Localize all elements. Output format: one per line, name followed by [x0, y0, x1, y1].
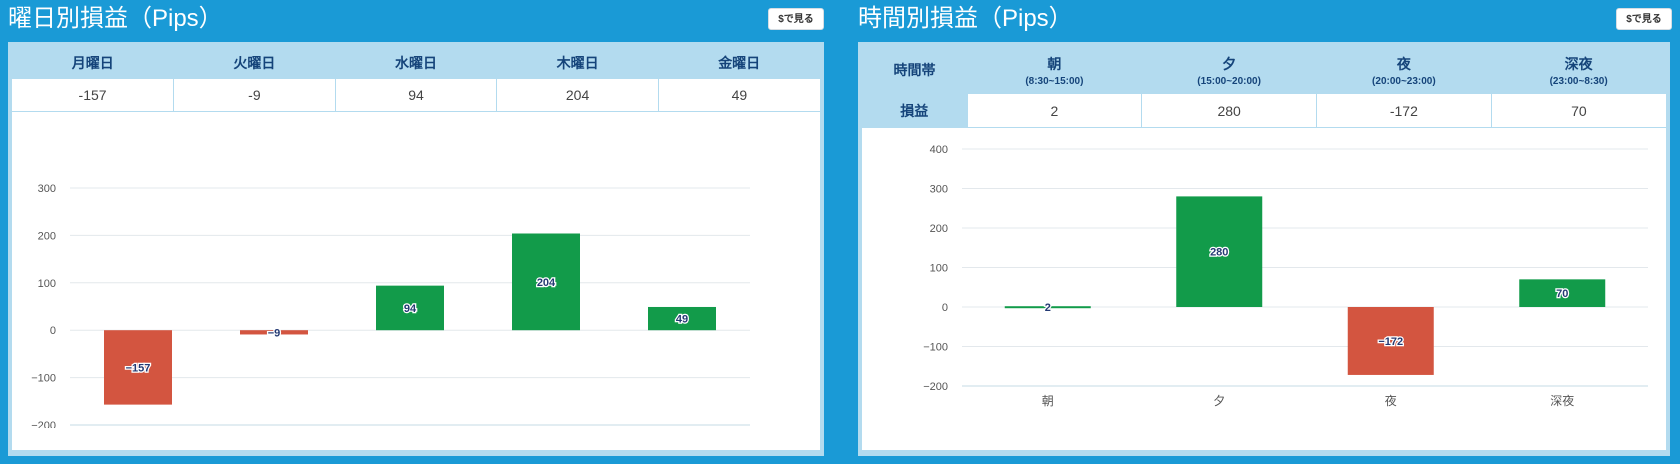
- timezone-row-header: 時間帯: [862, 46, 967, 94]
- bar-data-label: 94: [404, 303, 417, 315]
- timezone-header: 夕 (15:00~20:00): [1141, 46, 1317, 94]
- timezone-panel-title: 時間別損益（Pips）: [858, 5, 1073, 32]
- bar-data-label: 280: [1210, 247, 1228, 259]
- weekday-header: 月曜日: [12, 46, 174, 79]
- bar-data-label: −157: [126, 362, 151, 374]
- weekday-card: 月曜日 火曜日 水曜日 木曜日 金曜日 -157 -9 94 204 49 −2…: [8, 42, 824, 456]
- timezone-value-cell: 280: [1141, 94, 1317, 128]
- y-tick-label: 0: [942, 302, 948, 314]
- weekday-value-cell: 204: [496, 79, 659, 112]
- weekday-value-cell: 94: [335, 79, 498, 112]
- timezone-header-label: 深夜: [1564, 55, 1593, 72]
- timezone-header: 朝 (8:30~15:00): [967, 46, 1142, 94]
- timezone-header-range: (20:00~23:00): [1372, 75, 1436, 87]
- timezone-header-label: 夜: [1396, 55, 1411, 72]
- weekday-value-row: -157 -9 94 204 49: [12, 79, 820, 112]
- x-tick-label: 夕: [1213, 394, 1225, 408]
- weekday-panel-title: 曜日別損益（Pips）: [8, 5, 223, 32]
- weekday-header: 火曜日: [173, 46, 336, 79]
- weekday-panel: 曜日別損益（Pips） $で見る 月曜日 火曜日 水曜日 木曜日 金曜日 -15…: [0, 0, 840, 464]
- timezone-value-row-label: 損益: [862, 94, 968, 128]
- y-tick-label: 400: [930, 144, 948, 156]
- timezone-dollar-view-button[interactable]: $で見る: [1616, 8, 1672, 30]
- timezone-value-cell: -172: [1316, 94, 1492, 128]
- timezone-card-body: 時間帯 朝 (8:30~15:00) 夕 (15:00~20:00) 夜 (20:00…: [862, 46, 1666, 450]
- weekday-header: 木曜日: [496, 46, 659, 79]
- weekday-bar-chart: −200−1000100200300−157月−9火94水204木49金: [31, 183, 750, 447]
- y-tick-label: 300: [38, 183, 56, 195]
- bar-data-label: 49: [676, 314, 688, 326]
- timezone-header: 深夜 (23:00~8:30): [1491, 46, 1666, 94]
- bar-data-label: −9: [268, 327, 281, 339]
- y-tick-label: 100: [930, 263, 948, 275]
- x-tick-label: 夜: [1385, 393, 1397, 408]
- weekday-value-cell: -9: [173, 79, 336, 112]
- timezone-header-label: 朝: [1047, 55, 1062, 72]
- timezone-header-row: 時間帯 朝 (8:30~15:00) 夕 (15:00~20:00) 夜 (20:00…: [862, 46, 1666, 94]
- timezone-header-range: (8:30~15:00): [1025, 75, 1084, 87]
- y-tick-label: −100: [923, 342, 948, 354]
- x-tick-label: 朝: [1042, 394, 1054, 408]
- weekday-chart-area: −200−1000100200300−157月−9火94水204木49金: [12, 118, 820, 450]
- timezone-header-range: (23:00~8:30): [1549, 75, 1608, 87]
- timezone-header-range: (15:00~20:00): [1197, 75, 1261, 87]
- timezone-header-label: 夕: [1222, 55, 1237, 72]
- bar-data-label: −172: [1378, 336, 1403, 348]
- y-tick-label: 0: [50, 325, 56, 337]
- y-tick-label: −100: [31, 373, 56, 385]
- timezone-card: 時間帯 朝 (8:30~15:00) 夕 (15:00~20:00) 夜 (20:00…: [858, 42, 1670, 456]
- weekday-header-row: 月曜日 火曜日 水曜日 木曜日 金曜日: [12, 46, 820, 79]
- timezone-bar-chart: −200 −100 0 100 200 300 400 2 朝 280 夕 −172 夜 70 深夜: [923, 144, 1648, 408]
- bar-data-label: 204: [537, 277, 556, 289]
- weekday-card-body: 月曜日 火曜日 水曜日 木曜日 金曜日 -157 -9 94 204 49 −2…: [12, 46, 820, 450]
- y-tick-label: 200: [38, 230, 56, 242]
- weekday-summary-table: 月曜日 火曜日 水曜日 木曜日 金曜日 -157 -9 94 204 49: [12, 46, 820, 112]
- timezone-summary-table: 時間帯 朝 (8:30~15:00) 夕 (15:00~20:00) 夜 (20:00…: [862, 46, 1666, 128]
- timezone-header: 夜 (20:00~23:00): [1316, 46, 1492, 94]
- weekday-header: 水曜日: [335, 46, 497, 79]
- weekday-value-cell: -157: [12, 79, 175, 112]
- y-tick-label: 300: [930, 184, 948, 196]
- bar-data-label: 2: [1045, 302, 1051, 314]
- y-tick-label: 100: [38, 278, 56, 290]
- y-tick-label: −200: [923, 381, 948, 393]
- weekday-header: 金曜日: [658, 46, 820, 79]
- y-tick-label: −200: [31, 420, 56, 428]
- timezone-chart-area: −200 −100 0 100 200 300 400 2 朝 280 夕 −172 夜 70 深夜: [862, 129, 1666, 450]
- weekday-dollar-view-button[interactable]: $で見る: [768, 8, 824, 30]
- y-tick-label: 200: [930, 223, 948, 235]
- weekday-value-cell: 49: [658, 79, 820, 112]
- bar-data-label: 70: [1556, 288, 1568, 300]
- timezone-panel: 時間別損益（Pips） $で見る 時間帯 朝 (8:30~15:00) 夕 (15:…: [850, 0, 1680, 464]
- timezone-value-cell: 2: [967, 94, 1143, 128]
- timezone-value-cell: 70: [1491, 94, 1666, 128]
- timezone-value-row: 損益 2 280 -172 70: [862, 94, 1666, 128]
- x-tick-label: 深夜: [1550, 393, 1574, 408]
